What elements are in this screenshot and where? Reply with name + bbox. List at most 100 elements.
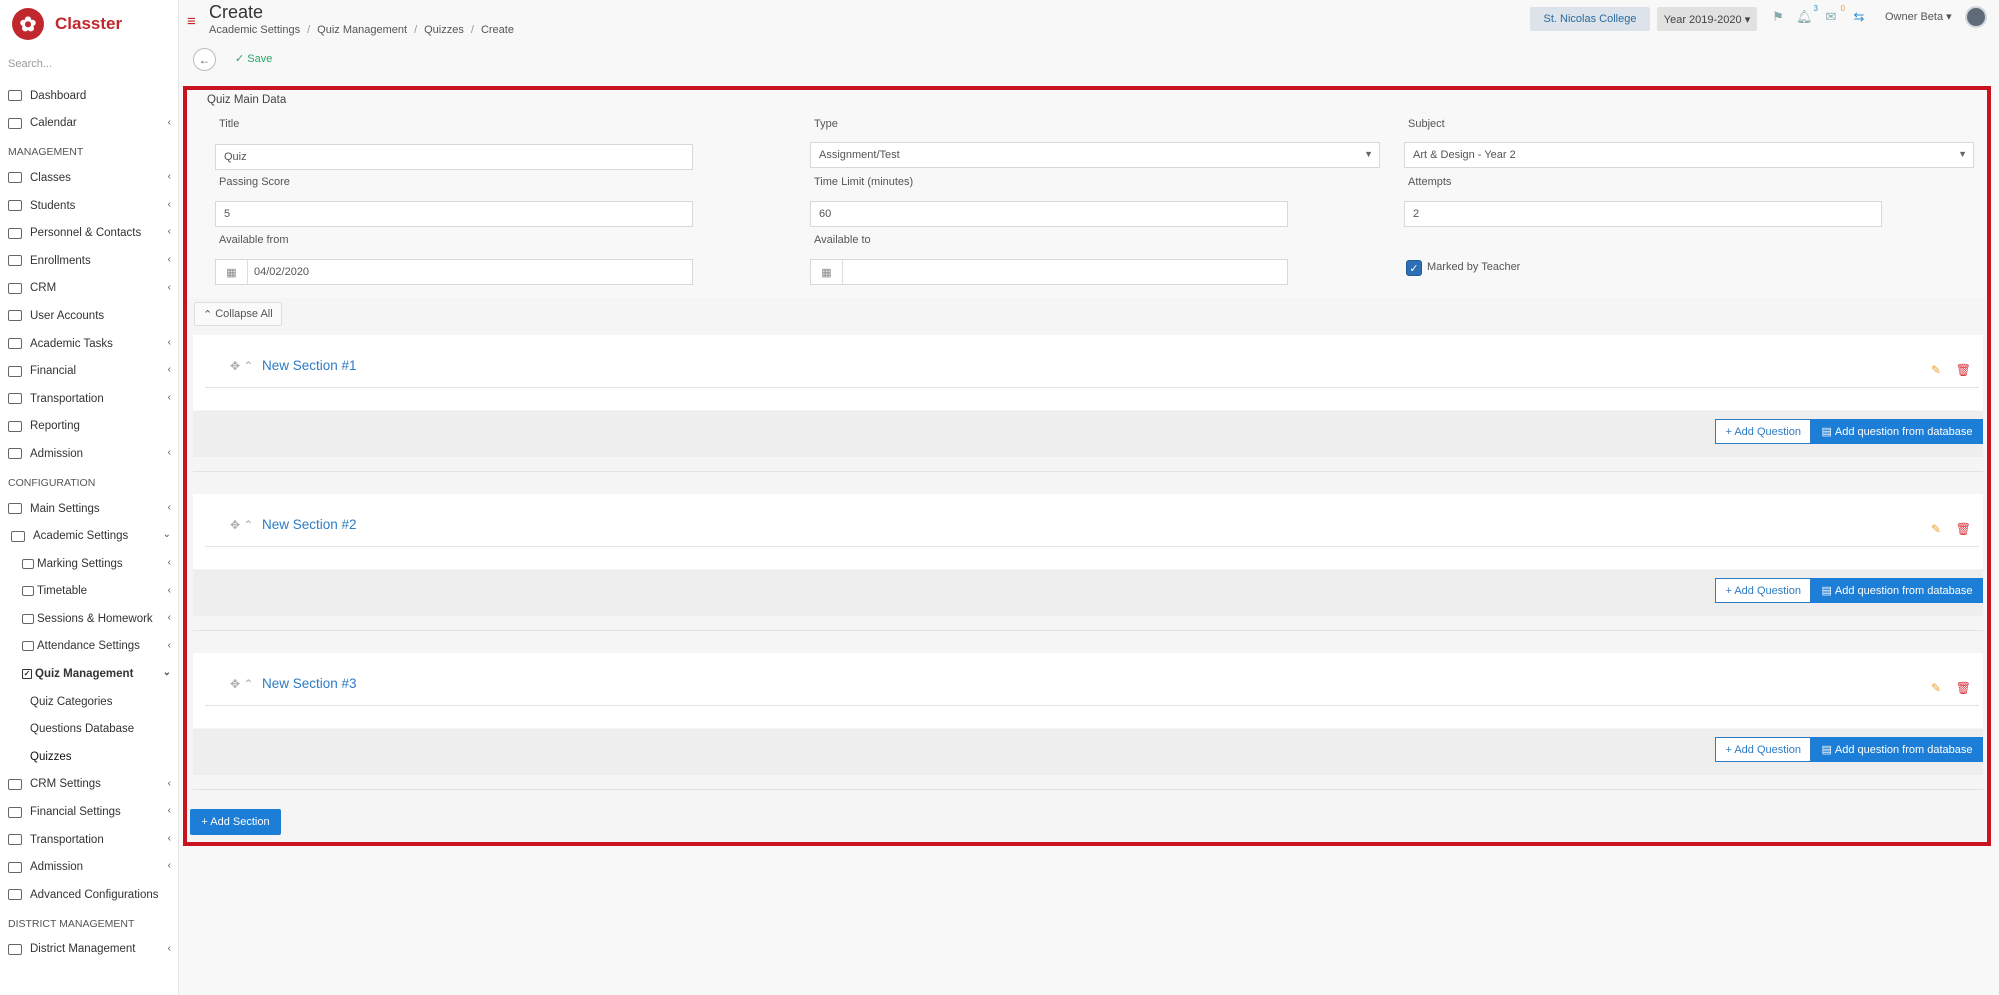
sidebar-item-enrollments[interactable]: Enrollments ‹	[0, 247, 178, 275]
add-section-button[interactable]: + Add Section	[190, 809, 281, 835]
sidebar-item-timetable[interactable]: Timetable ‹	[0, 578, 178, 606]
sidebar-item-user-accounts[interactable]: User Accounts	[0, 302, 178, 330]
sidebar-search-input[interactable]: Search...	[0, 48, 178, 82]
add-question-from-database-button[interactable]: ▤ Add question from database	[1811, 578, 1983, 603]
sidebar-item-admission-config[interactable]: Admission ‹	[0, 853, 178, 881]
pencil-icon[interactable]: ✎	[1931, 522, 1941, 536]
college-selector[interactable]: St. Nicolas College	[1530, 7, 1650, 31]
add-question-button[interactable]: + Add Question	[1715, 578, 1811, 603]
chevron-left-icon: ‹	[167, 336, 171, 348]
section-name[interactable]: New Section #3	[262, 676, 357, 691]
quiz-section: ✥ ⌃ New Section #3 ✎ 🗑︎ + Add Question ▤…	[193, 653, 1983, 797]
money-icon	[8, 365, 22, 377]
chevron-left-icon: ‹	[167, 226, 171, 238]
time-limit-input[interactable]: 60	[810, 201, 1288, 227]
sidebar-item-district-management[interactable]: District Management ‹	[0, 936, 178, 964]
divider	[193, 789, 1983, 790]
trash-icon[interactable]: 🗑︎	[1956, 522, 1971, 536]
breadcrumb-item[interactable]: Quizzes	[424, 24, 464, 36]
sidebar-item-classes[interactable]: Classes ‹	[0, 164, 178, 192]
collapse-all-button[interactable]: ⌃ Collapse All	[194, 302, 282, 326]
back-button[interactable]: ←	[193, 48, 216, 71]
add-question-button[interactable]: + Add Question	[1715, 737, 1811, 762]
sync-icon[interactable]: ⇆	[1851, 9, 1867, 25]
database-icon: ▤	[1821, 744, 1832, 756]
move-icon[interactable]: ✥ ⌃	[230, 677, 253, 691]
chevron-down-icon: ⌄	[162, 667, 171, 679]
breadcrumb-item[interactable]: Academic Settings	[209, 24, 300, 36]
sidebar-item-main-settings[interactable]: Main Settings ‹	[0, 495, 178, 523]
classes-icon	[8, 172, 22, 184]
sidebar-item-dashboard[interactable]: Dashboard	[0, 82, 178, 110]
attempts-input[interactable]: 2	[1404, 201, 1882, 227]
quiz-section: ✥ ⌃ New Section #2 ✎ 🗑︎ + Add Question ▤…	[193, 494, 1983, 638]
sidebar-item-quiz-categories[interactable]: Quiz Categories	[0, 688, 178, 716]
notification-count: 3	[1813, 4, 1818, 13]
breadcrumb-item-current: Create	[480, 24, 514, 36]
move-icon[interactable]: ✥ ⌃	[230, 359, 253, 373]
add-question-from-database-button[interactable]: ▤ Add question from database	[1811, 737, 1983, 762]
grid-icon	[8, 338, 22, 350]
available-to-input[interactable]: ▦	[810, 259, 1288, 285]
pencil-icon[interactable]: ✎	[1931, 681, 1941, 695]
list-icon	[8, 943, 22, 955]
trash-icon[interactable]: 🗑︎	[1956, 363, 1971, 377]
sidebar-item-transportation-config[interactable]: Transportation ‹	[0, 826, 178, 854]
chevron-left-icon: ‹	[167, 253, 171, 265]
sidebar-item-sessions-homework[interactable]: Sessions & Homework ‹	[0, 605, 178, 633]
brand[interactable]: ✿ Classter	[0, 0, 178, 48]
sidebar-item-crm[interactable]: CRM ‹	[0, 275, 178, 303]
sidebar-item-financial[interactable]: Financial ‹	[0, 357, 178, 385]
add-question-button[interactable]: + Add Question	[1715, 419, 1811, 444]
sidebar-item-advanced-configurations[interactable]: Advanced Configurations	[0, 881, 178, 909]
user-menu[interactable]: Owner Beta ▾	[1885, 10, 1952, 23]
year-selector[interactable]: Year 2019-2020 ▾	[1657, 7, 1757, 31]
section-name[interactable]: New Section #1	[262, 358, 357, 373]
academic-icon	[11, 530, 25, 542]
sidebar-item-crm-settings[interactable]: CRM Settings ‹	[0, 771, 178, 799]
sidebar-item-admission[interactable]: Admission ‹	[0, 440, 178, 468]
database-icon: ▤	[1821, 426, 1832, 438]
sidebar-item-academic-settings[interactable]: Academic Settings ⌄	[0, 522, 178, 550]
add-question-from-database-button[interactable]: ▤ Add question from database	[1811, 419, 1983, 444]
sidebar-item-attendance-settings[interactable]: Attendance Settings ‹	[0, 633, 178, 661]
avatar[interactable]	[1965, 6, 1987, 28]
sidebar-item-calendar[interactable]: Calendar ‹	[0, 110, 178, 138]
sidebar-item-quizzes[interactable]: Quizzes	[0, 743, 178, 771]
quiz-main-data: Quiz Main Data Title Quiz Type Assignmen…	[187, 90, 1987, 298]
flag-icon[interactable]: ⚑	[1770, 9, 1786, 25]
quiz-form: Quiz Main Data Title Quiz Type Assignmen…	[183, 86, 1991, 846]
breadcrumb-item[interactable]: Quiz Management	[317, 24, 407, 36]
chevron-left-icon: ‹	[167, 364, 171, 376]
save-button[interactable]: ✓ Save	[235, 52, 272, 65]
title-input[interactable]: Quiz	[215, 144, 693, 170]
passing-score-input[interactable]: 5	[215, 201, 693, 227]
sidebar-item-marking-settings[interactable]: Marking Settings ‹	[0, 550, 178, 578]
trash-icon[interactable]: 🗑︎	[1956, 681, 1971, 695]
section-footer: + Add Question ▤ Add question from databa…	[193, 570, 1983, 616]
chevron-left-icon: ‹	[167, 501, 171, 513]
section-name[interactable]: New Section #2	[262, 517, 357, 532]
type-select[interactable]: Assignment/Test ▼	[810, 142, 1380, 168]
menu-icon[interactable]: ≡	[187, 13, 196, 30]
mail-icon[interactable]: ✉ 0	[1823, 4, 1845, 25]
sidebar-item-personnel[interactable]: Personnel & Contacts ‹	[0, 219, 178, 247]
bell-icon[interactable]: 🔔︎ 3	[1796, 4, 1818, 25]
sidebar-item-financial-settings[interactable]: Financial Settings ‹	[0, 798, 178, 826]
time-limit-label: Time Limit (minutes)	[814, 176, 914, 188]
subject-select[interactable]: Art & Design - Year 2 ▼	[1404, 142, 1974, 168]
sidebar-item-academic-tasks[interactable]: Academic Tasks ‹	[0, 330, 178, 358]
sidebar-item-quiz-management[interactable]: ✓ Quiz Management ⌄	[0, 660, 178, 688]
available-from-input[interactable]: ▦ 04/02/2020	[215, 259, 693, 285]
chevron-left-icon: ‹	[167, 281, 171, 293]
pencil-icon[interactable]: ✎	[1931, 363, 1941, 377]
sidebar-item-questions-database[interactable]: Questions Database	[0, 715, 178, 743]
sidebar-item-transportation[interactable]: Transportation ‹	[0, 385, 178, 413]
marked-by-teacher-checkbox[interactable]: ✓	[1406, 260, 1422, 276]
sidebar-header-district: DISTRICT MANAGEMENT	[8, 917, 135, 930]
sidebar-item-reporting[interactable]: Reporting	[0, 413, 178, 441]
available-from-label: Available from	[219, 234, 289, 246]
sidebar-item-students[interactable]: Students ‹	[0, 192, 178, 220]
move-icon[interactable]: ✥ ⌃	[230, 518, 253, 532]
laptop-icon	[8, 90, 22, 102]
